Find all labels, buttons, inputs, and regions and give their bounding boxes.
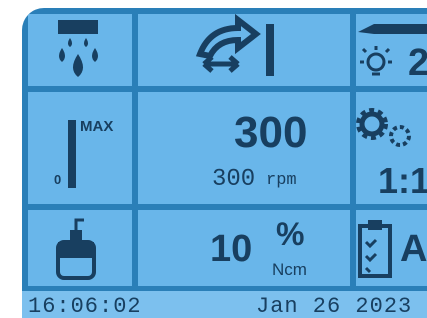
gear-ratio-value: 1:1 (378, 160, 427, 201)
speed-panel[interactable]: 300 300 rpm (138, 92, 350, 204)
gear-ratio-panel[interactable]: 1:1 (356, 92, 427, 204)
torque-panel[interactable]: 10 % Ncm (138, 210, 350, 286)
torque-unit-percent: % (276, 216, 305, 252)
direction-icon (195, 13, 274, 76)
speed-set-value: 300 (234, 108, 308, 157)
speed-unit: rpm (266, 171, 297, 190)
device-screen: 2 MAX 0 300 300 rpm 1:1 10 % Ncm A 16:06… (22, 8, 427, 318)
coolant-button[interactable] (28, 210, 132, 286)
program-button[interactable]: A (356, 210, 427, 286)
coolant-bottle-icon (56, 218, 96, 280)
gauge-max-label: MAX (80, 118, 114, 135)
status-time: 16:06:02 (28, 294, 142, 318)
torque-value: 10 (210, 228, 253, 270)
speed-gauge-panel: MAX 0 (28, 92, 132, 204)
light-button[interactable]: 2 (356, 14, 427, 86)
status-bar: 16:06:02 Jan 26 2023 (22, 291, 427, 318)
irrigation-button[interactable] (28, 14, 132, 86)
irrigation-icon (58, 20, 98, 77)
torque-unit-ncm: Ncm (272, 260, 307, 279)
speed-gauge-icon (68, 120, 76, 188)
gauge-min-label: 0 (54, 172, 62, 187)
light-level-value: 2 (408, 42, 427, 84)
direction-button[interactable] (138, 13, 350, 86)
status-date: Jan 26 2023 (256, 294, 413, 318)
gear-ratio-icon (356, 108, 411, 147)
program-letter: A (400, 228, 427, 270)
speed-actual-value: 300 (212, 166, 256, 193)
